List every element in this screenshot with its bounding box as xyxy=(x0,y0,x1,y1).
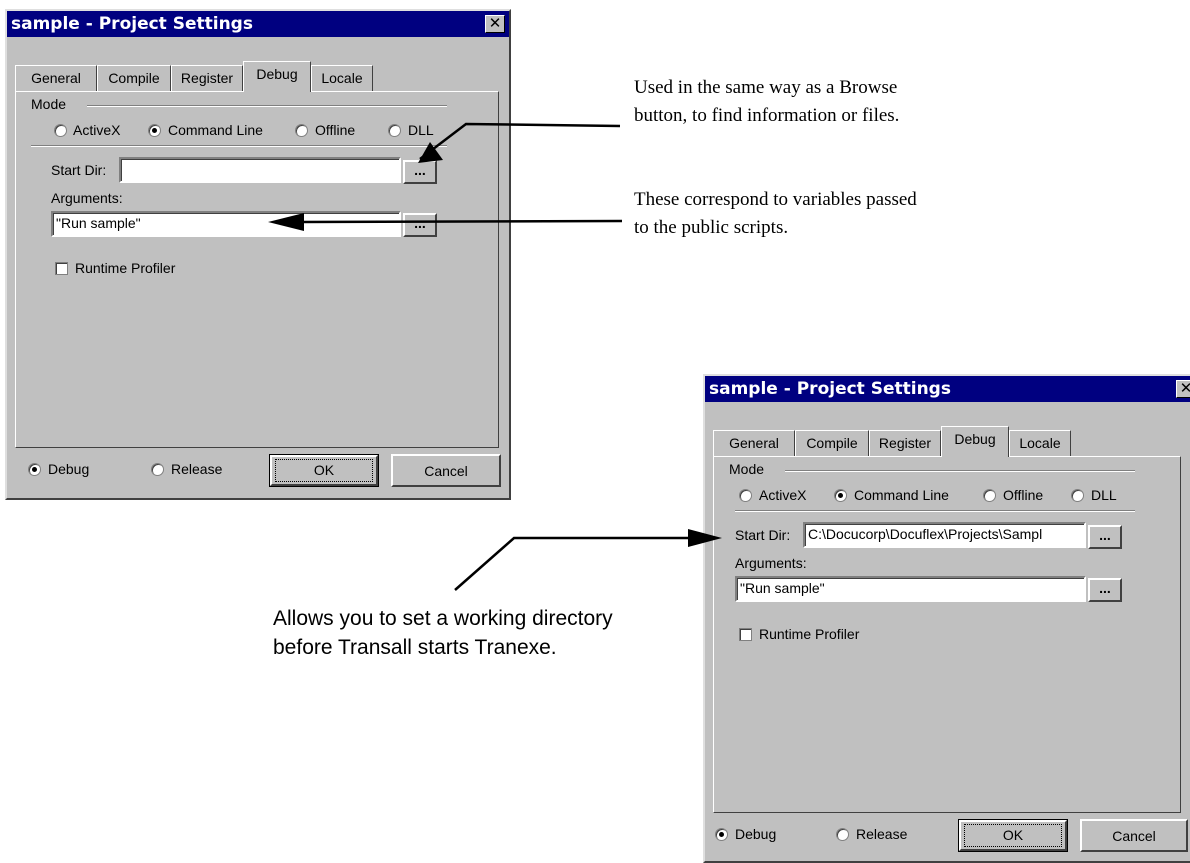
runtime-profiler-checkbox[interactable] xyxy=(739,628,752,641)
radio-dll[interactable] xyxy=(1071,489,1084,502)
radio-build-release-label: Release xyxy=(171,461,223,477)
callout-arguments-line-1: These correspond to variables passed xyxy=(634,189,917,210)
radio-activex-label: ActiveX xyxy=(759,487,807,503)
project-settings-dialog: sample - Project Settings ✕ General Comp… xyxy=(5,9,511,500)
ok-button[interactable]: OK xyxy=(269,454,379,487)
callout-startdir-line-1: Allows you to set a working directory xyxy=(273,607,613,630)
startdir-callout-arrow xyxy=(454,536,690,591)
arguments-browse-button[interactable]: ... xyxy=(403,213,437,237)
callout-browse-line-2: button, to find information or files. xyxy=(634,105,900,126)
radio-build-release[interactable] xyxy=(836,828,849,841)
mode-group-divider xyxy=(87,105,447,107)
callout-arguments-line-2: to the public scripts. xyxy=(634,217,789,238)
tab-general[interactable]: General xyxy=(15,65,97,91)
radio-offline[interactable] xyxy=(295,124,308,137)
cancel-button[interactable]: Cancel xyxy=(391,454,501,487)
radio-command-line-label: Command Line xyxy=(168,122,263,138)
callout-startdir-line-2: before Transall starts Tranexe. xyxy=(273,636,557,659)
radio-activex-label: ActiveX xyxy=(73,122,121,138)
radio-activex[interactable] xyxy=(739,489,752,502)
runtime-profiler-label: Runtime Profiler xyxy=(759,626,860,642)
ok-button-label: OK xyxy=(313,462,335,478)
start-dir-browse-button[interactable]: ... xyxy=(403,160,437,184)
mode-group-divider xyxy=(785,470,1135,472)
callout-browse-line-1: Used in the same way as a Browse xyxy=(634,77,898,98)
radio-offline-label: Offline xyxy=(1003,487,1044,503)
radio-dll[interactable] xyxy=(388,124,401,137)
project-settings-dialog-2: sample - Project Settings ✕ General Comp… xyxy=(703,374,1190,863)
runtime-profiler-checkbox[interactable] xyxy=(55,262,68,275)
tab-compile[interactable]: Compile xyxy=(97,65,171,91)
close-icon[interactable]: ✕ xyxy=(485,15,505,33)
mode-group-bottom-line xyxy=(31,145,447,147)
tab-register[interactable]: Register xyxy=(171,65,243,91)
tab-compile[interactable]: Compile xyxy=(795,430,869,456)
arguments-browse-button[interactable]: ... xyxy=(1088,578,1122,602)
cancel-button-label: Cancel xyxy=(1112,828,1156,844)
radio-build-debug[interactable] xyxy=(715,828,728,841)
start-dir-browse-button[interactable]: ... xyxy=(1088,525,1122,549)
start-dir-input[interactable]: C:\Docucorp\Docuflex\Projects\Sampl xyxy=(803,522,1086,548)
dialog-title: sample - Project Settings xyxy=(705,376,1190,402)
start-dir-label: Start Dir: xyxy=(51,162,107,178)
tab-debug[interactable]: Debug xyxy=(243,61,311,92)
radio-dll-label: DLL xyxy=(1091,487,1117,503)
radio-offline-label: Offline xyxy=(315,122,356,138)
radio-build-release-label: Release xyxy=(856,826,908,842)
tab-general[interactable]: General xyxy=(713,430,795,456)
tab-register[interactable]: Register xyxy=(869,430,941,456)
ok-button[interactable]: OK xyxy=(958,819,1068,852)
radio-build-debug-label: Debug xyxy=(735,826,777,842)
radio-command-line[interactable] xyxy=(834,489,847,502)
cancel-button-label: Cancel xyxy=(424,463,468,479)
start-dir-input[interactable] xyxy=(119,157,401,183)
cancel-button[interactable]: Cancel xyxy=(1080,819,1188,852)
runtime-profiler-label: Runtime Profiler xyxy=(75,260,176,276)
mode-group-bottom-line xyxy=(735,510,1135,512)
radio-build-debug[interactable] xyxy=(28,463,41,476)
arguments-label: Arguments: xyxy=(51,190,123,206)
radio-offline[interactable] xyxy=(983,489,996,502)
radio-dll-label: DLL xyxy=(408,122,434,138)
tab-locale[interactable]: Locale xyxy=(1009,430,1071,456)
tab-locale[interactable]: Locale xyxy=(311,65,373,91)
tab-debug[interactable]: Debug xyxy=(941,426,1009,457)
mode-group-label: Mode xyxy=(729,461,765,477)
radio-activex[interactable] xyxy=(54,124,67,137)
dialog-title: sample - Project Settings xyxy=(7,11,509,37)
arguments-input[interactable]: "Run sample" xyxy=(51,211,401,237)
radio-command-line-label: Command Line xyxy=(854,487,949,503)
arguments-input[interactable]: "Run sample" xyxy=(735,576,1086,602)
arguments-label: Arguments: xyxy=(735,555,807,571)
mode-group-label: Mode xyxy=(31,96,67,112)
start-dir-label: Start Dir: xyxy=(735,527,791,543)
radio-command-line[interactable] xyxy=(148,124,161,137)
close-icon[interactable]: ✕ xyxy=(1176,380,1190,398)
ok-button-label: OK xyxy=(1002,827,1024,843)
radio-build-debug-label: Debug xyxy=(48,461,90,477)
radio-build-release[interactable] xyxy=(151,463,164,476)
